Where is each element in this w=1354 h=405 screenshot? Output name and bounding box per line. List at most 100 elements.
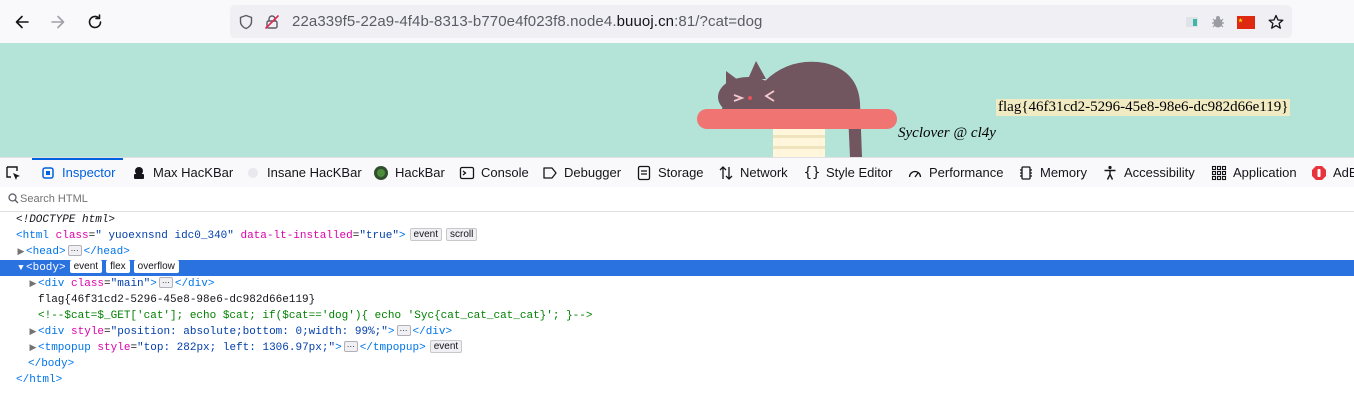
tab-debugger[interactable]: Debugger [542, 158, 621, 187]
tab-hackbar[interactable]: HackBar [373, 158, 445, 187]
reload-icon [88, 14, 102, 29]
sleeping-cat-illustration [697, 61, 897, 157]
bug-extension-icon[interactable] [1208, 12, 1228, 32]
tree-line-body-close[interactable]: </body> [0, 356, 1354, 372]
reload-button[interactable] [81, 8, 109, 36]
devtools-tab-bar: Inspector Max HacKBar Insane HacKBar Hac… [0, 157, 1354, 188]
element-picker-icon[interactable] [4, 164, 22, 182]
collapsed-ellipsis[interactable]: ⋯ [343, 341, 358, 352]
attr-name: style [97, 342, 131, 354]
bookmark-star-icon[interactable] [1266, 12, 1286, 32]
memory-icon [1018, 165, 1034, 181]
url-bar[interactable]: 22a339f5-22a9-4f4b-8313-b770e4f023f8.nod… [230, 5, 1292, 38]
back-arrow-icon [15, 15, 29, 29]
tab-label: Max HacKBar [153, 165, 234, 180]
attr-value: "main" [110, 278, 151, 290]
tab-label: Inspector [62, 165, 116, 180]
tab-label: Network [740, 165, 788, 180]
tab-performance[interactable]: Performance [907, 158, 1003, 187]
forward-button[interactable] [44, 8, 72, 36]
url-suffix: :81/?cat=dog [674, 13, 763, 30]
debugger-icon [542, 165, 558, 181]
tree-line-div-style[interactable]: ▶ <div style="position: absolute;bottom: … [0, 324, 1354, 340]
tree-line-comment[interactable]: <!--$cat=$_GET['cat']; echo $cat; if($ca… [0, 308, 1354, 324]
tag-bracket: > [398, 230, 406, 242]
expand-twisty-icon[interactable]: ▶ [16, 244, 26, 260]
div-close-tag: </div> [412, 326, 453, 338]
tree-line-doctype[interactable]: <!DOCTYPE html> [0, 212, 1354, 228]
tree-line-tmpopup[interactable]: ▶ <tmpopup style="top: 282px; left: 1306.… [0, 340, 1354, 356]
tab-style-editor[interactable]: {} Style Editor [803, 158, 893, 187]
style-editor-icon: {} [803, 164, 821, 181]
tag-bracket: > [387, 326, 395, 338]
tab-max-hackbar[interactable]: Max HacKBar [131, 158, 233, 187]
event-badge[interactable]: event [429, 340, 463, 353]
tree-line-body-selected[interactable]: ▼ <body> event flex overflow [0, 260, 1354, 276]
max-hackbar-icon [131, 165, 147, 181]
event-badge[interactable]: event [69, 260, 103, 273]
console-icon [459, 165, 475, 181]
body-close-tag: </body> [28, 358, 75, 370]
tab-insane-hackbar[interactable]: Insane HacKBar [245, 158, 362, 187]
scroll-badge[interactable]: scroll [446, 228, 478, 241]
url-host: buuoj.cn [616, 13, 675, 30]
tab-accessibility[interactable]: Accessibility [1102, 158, 1195, 187]
tab-inspector[interactable]: Inspector [32, 158, 124, 187]
back-button[interactable] [8, 8, 36, 36]
head-open-tag: <head> [26, 246, 66, 258]
attr-name: style [71, 326, 105, 338]
collapsed-ellipsis[interactable]: ⋯ [158, 277, 173, 288]
reader-view-icon[interactable] [1182, 12, 1202, 32]
adblock-icon [1311, 165, 1327, 181]
html-close-tag: </html> [16, 374, 63, 386]
tab-label: Insane HacKBar [267, 165, 362, 180]
tab-label: Application [1233, 165, 1297, 180]
tab-application[interactable]: Application [1211, 158, 1297, 187]
page-content: flag{46f31cd2-5296-45e8-98e6-dc982d66e11… [0, 43, 1354, 157]
attr-value: "top: 282px; left: 1306.97px;" [137, 342, 336, 354]
tab-console[interactable]: Console [459, 158, 529, 187]
tree-line-div-main[interactable]: ▶ <div class="main"> ⋯ </div> [0, 276, 1354, 292]
attr-name: class [55, 230, 89, 242]
flex-badge[interactable]: flex [106, 260, 130, 273]
shield-icon[interactable] [236, 12, 256, 32]
insane-hackbar-icon [245, 165, 261, 181]
storage-icon [636, 165, 652, 181]
flag-text: flag{46f31cd2-5296-45e8-98e6-dc982d66e11… [996, 99, 1291, 116]
tree-line-html-close[interactable]: </html> [0, 372, 1354, 388]
url-text[interactable]: 22a339f5-22a9-4f4b-8313-b770e4f023f8.nod… [292, 13, 762, 30]
flag-text-node: flag{46f31cd2-5296-45e8-98e6-dc982d66e11… [38, 294, 316, 306]
collapsed-ellipsis[interactable]: ⋯ [67, 245, 82, 256]
network-icon [718, 165, 734, 181]
doctype-text: <!DOCTYPE html> [16, 214, 116, 226]
tab-label: Performance [929, 165, 1004, 180]
tab-label: Style Editor [826, 165, 893, 180]
tab-network[interactable]: Network [718, 158, 788, 187]
tab-label: AdB [1333, 165, 1354, 180]
tree-line-flag-text[interactable]: flag{46f31cd2-5296-45e8-98e6-dc982d66e11… [0, 292, 1354, 308]
tmpopup-close-tag: </tmpopup> [359, 342, 426, 354]
tree-line-html[interactable]: <html class=" yuoexnsnd idc0_340" data-l… [0, 228, 1354, 244]
markup-tree: <!DOCTYPE html> <html class=" yuoexnsnd … [0, 212, 1354, 388]
tab-adblock[interactable]: AdB [1311, 158, 1354, 187]
event-badge[interactable]: event [409, 228, 442, 241]
tab-memory[interactable]: Memory [1018, 158, 1087, 187]
attr-value: "true" [359, 230, 399, 242]
attr-value: " yuoexnsnd idc0_340" [95, 230, 234, 242]
expand-twisty-icon[interactable]: ▶ [28, 276, 38, 292]
tree-line-head[interactable]: ▶ <head> ⋯ </head> [0, 244, 1354, 260]
expand-twisty-icon[interactable]: ▶ [28, 340, 38, 356]
html-open-tag: <html [16, 230, 50, 242]
tab-label: HackBar [395, 165, 445, 180]
collapse-twisty-icon[interactable]: ▼ [16, 260, 26, 276]
tag-bracket: > [150, 278, 157, 290]
search-html-input[interactable] [20, 190, 420, 208]
overflow-badge[interactable]: overflow [133, 260, 179, 273]
collapsed-ellipsis[interactable]: ⋯ [396, 325, 411, 336]
search-html-bar [0, 187, 1354, 212]
expand-twisty-icon[interactable]: ▶ [28, 324, 38, 340]
china-flag-icon[interactable] [1236, 12, 1256, 32]
insecure-lock-icon[interactable] [262, 12, 282, 32]
performance-icon [907, 165, 923, 181]
tab-storage[interactable]: Storage [636, 158, 704, 187]
